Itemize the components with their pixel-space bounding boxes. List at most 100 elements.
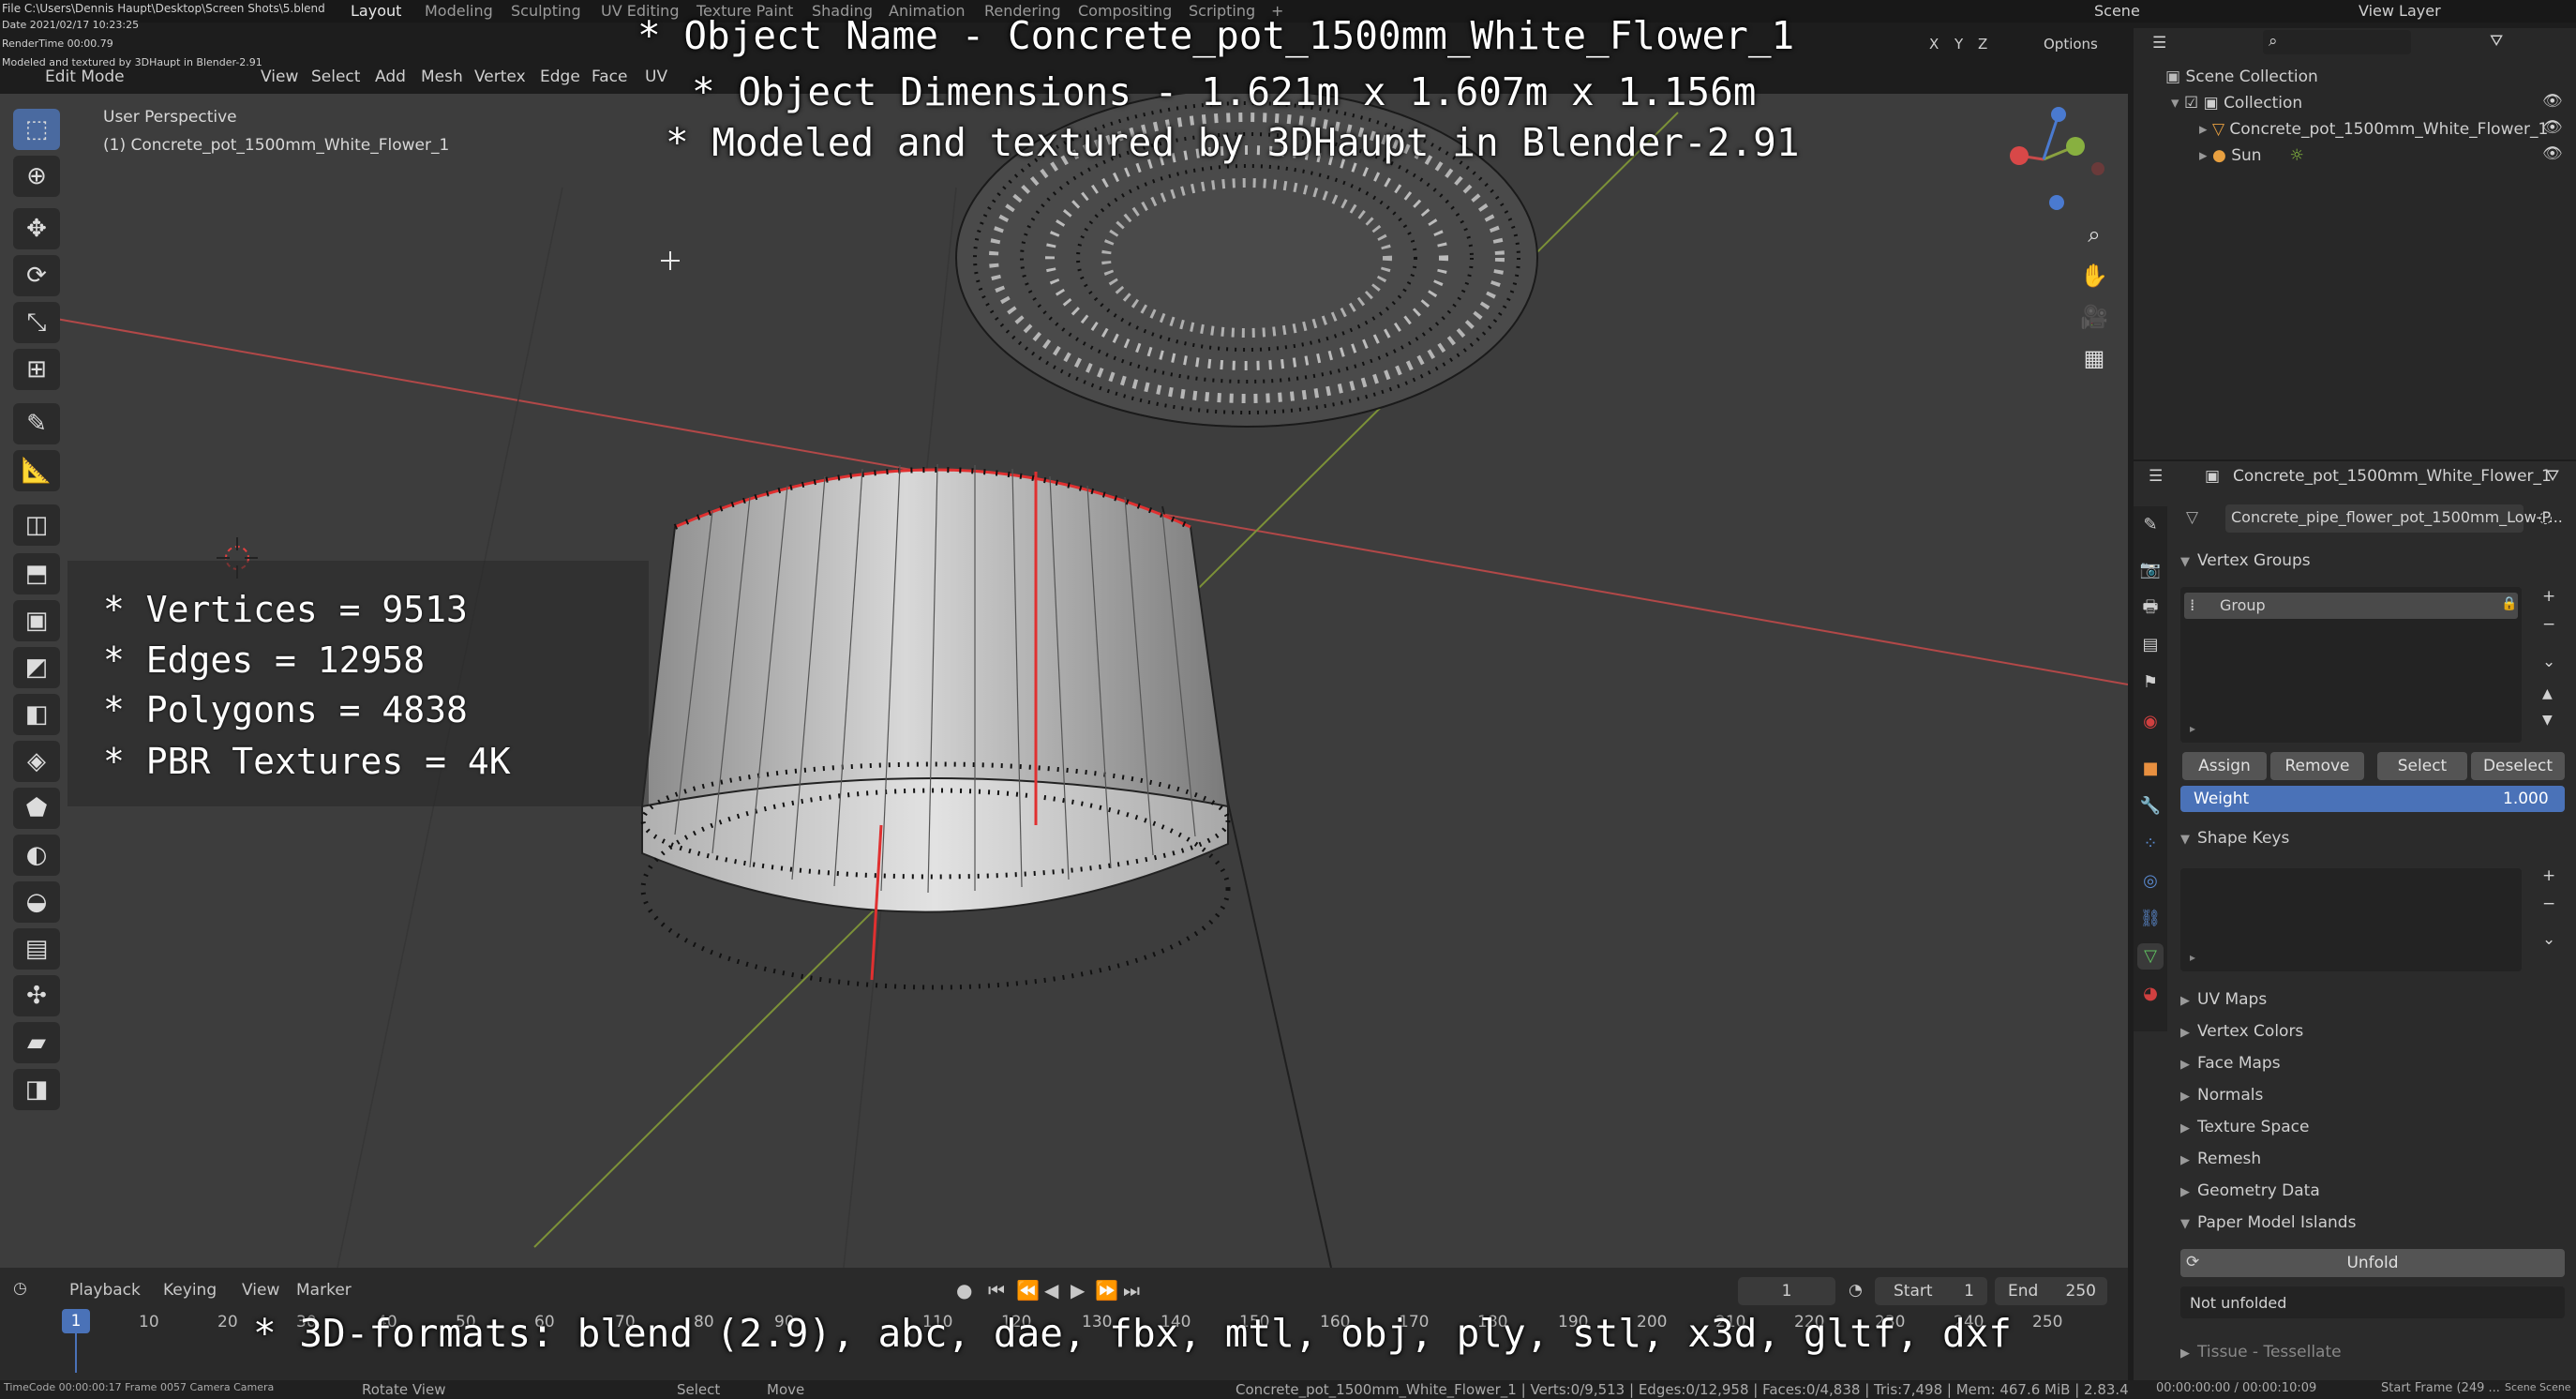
select-box-tool-icon[interactable]: ⬚ — [13, 109, 60, 150]
tool-tab-icon[interactable]: ✎ — [2137, 512, 2164, 538]
add-cube-tool-icon[interactable]: ◫ — [13, 504, 60, 546]
constraints-tab-icon[interactable]: ⛓ — [2137, 906, 2164, 932]
list-expand-icon[interactable]: ▸ — [2190, 722, 2195, 735]
menu-add[interactable]: Add — [375, 68, 406, 86]
outliner-editor-icon[interactable]: ☰ — [2152, 34, 2166, 53]
menu-uv[interactable]: UV — [645, 68, 667, 86]
smooth-tool-icon[interactable]: ◒ — [13, 881, 60, 923]
tab-modeling[interactable]: Modeling — [425, 2, 493, 20]
add-shape-key-icon[interactable]: + — [2542, 866, 2555, 885]
eye-icon[interactable]: 👁 — [2542, 92, 2563, 111]
playhead-line[interactable] — [75, 1333, 77, 1373]
tab-layout[interactable]: Layout — [351, 2, 401, 20]
filter-icon[interactable]: ⛛ — [2490, 32, 2503, 51]
start-frame-field[interactable]: Start 1 — [1875, 1277, 1987, 1305]
chevron-down-icon[interactable]: ▾ — [2171, 94, 2184, 113]
lock-icon[interactable]: 🔒 — [2501, 596, 2517, 611]
chevron-right-icon[interactable]: ▸ — [2199, 146, 2212, 165]
rip-region-tool-icon[interactable]: ◨ — [13, 1069, 60, 1110]
rotate-tool-icon[interactable]: ⟳ — [13, 255, 60, 296]
loop-cut-tool-icon[interactable]: ◧ — [13, 694, 60, 735]
unfold-button[interactable]: Unfold — [2180, 1249, 2565, 1277]
view-layer-tab-icon[interactable]: ▤ — [2137, 632, 2164, 658]
deselect-button[interactable]: Deselect — [2471, 752, 2565, 780]
annotate-tool-icon[interactable]: ✎ — [13, 403, 60, 444]
menu-select[interactable]: Select — [311, 68, 360, 86]
list-expand-icon[interactable]: ▸ — [2190, 951, 2195, 964]
render-tab-icon[interactable]: 📷 — [2137, 557, 2164, 583]
playhead-frame-marker[interactable]: 1 — [62, 1309, 90, 1333]
section-geometry-data[interactable]: ▶ Geometry Data — [2180, 1181, 2320, 1200]
section-paper-model-islands[interactable]: ▼ Paper Model Islands — [2180, 1213, 2356, 1232]
mesh-data-tab-icon[interactable]: ▽ — [2137, 943, 2164, 970]
extrude-tool-icon[interactable]: ⬒ — [13, 553, 60, 594]
properties-editor-icon[interactable]: ☰ — [2149, 467, 2163, 486]
section-normals[interactable]: ▶ Normals — [2180, 1086, 2263, 1105]
section-uv-maps[interactable]: ▶ UV Maps — [2180, 990, 2267, 1009]
section-remesh[interactable]: ▶ Remesh — [2180, 1150, 2261, 1168]
measure-tool-icon[interactable]: 📐 — [13, 450, 60, 491]
transform-tool-icon[interactable]: ⊞ — [13, 349, 60, 390]
scale-tool-icon[interactable]: ⤡ — [13, 302, 60, 343]
timeline-editor-icon[interactable]: ◷ — [13, 1279, 27, 1298]
world-tab-icon[interactable]: ◉ — [2137, 709, 2164, 735]
shape-key-specials-icon[interactable]: ⌄ — [2542, 930, 2555, 949]
menu-face[interactable]: Face — [592, 68, 627, 86]
prev-key-icon[interactable]: ⏪ — [1016, 1279, 1040, 1301]
shear-tool-icon[interactable]: ▰ — [13, 1022, 60, 1063]
spin-tool-icon[interactable]: ◐ — [13, 835, 60, 876]
select-button[interactable]: Select — [2377, 752, 2467, 780]
particles-tab-icon[interactable]: ⁘ — [2137, 831, 2164, 857]
poly-build-tool-icon[interactable]: ⬟ — [13, 788, 60, 829]
jump-end-icon[interactable]: ⏭ — [1123, 1279, 1140, 1301]
inset-tool-icon[interactable]: ▣ — [13, 600, 60, 641]
play-reverse-icon[interactable]: ◀ — [1044, 1279, 1058, 1301]
cursor-tool-icon[interactable]: ⊕ — [13, 156, 60, 197]
next-key-icon[interactable]: ⏩ — [1095, 1279, 1118, 1301]
knife-tool-icon[interactable]: ◈ — [13, 741, 60, 782]
jump-start-icon[interactable]: ⏮ — [988, 1279, 1005, 1301]
end-frame-field[interactable]: End 250 — [1995, 1277, 2107, 1305]
menu-mesh[interactable]: Mesh — [421, 68, 463, 86]
remove-shape-key-icon[interactable]: − — [2542, 895, 2555, 913]
output-tab-icon[interactable]: 🖶 — [2137, 594, 2164, 621]
current-frame-field[interactable]: 1 — [1738, 1277, 1835, 1305]
timeline-menu-view[interactable]: View — [242, 1281, 279, 1300]
shrink-fatten-tool-icon[interactable]: ✣ — [13, 975, 60, 1016]
outliner-scene-collection[interactable]: ▣ Scene Collection — [2165, 68, 2318, 86]
outliner-item-pot[interactable]: ▸ ▽ Concrete_pot_1500mm_White_Flower_1 — [2199, 120, 2548, 139]
outliner-collection[interactable]: ▾ ☑ ▣ Collection — [2171, 94, 2302, 113]
shape-keys-list[interactable] — [2180, 868, 2522, 971]
fake-user-icon[interactable]: ◌ — [2539, 508, 2553, 527]
axis-x-toggle[interactable]: X — [1929, 36, 1939, 53]
physics-tab-icon[interactable]: ◎ — [2137, 868, 2164, 895]
timeline-menu-marker[interactable]: Marker — [296, 1281, 352, 1300]
play-icon[interactable]: ▶ — [1071, 1279, 1085, 1301]
eye-icon[interactable]: 👁 — [2542, 118, 2563, 137]
add-group-icon[interactable]: + — [2542, 587, 2555, 606]
options-menu[interactable]: Options — [2044, 36, 2098, 53]
assign-button[interactable]: Assign — [2182, 752, 2267, 780]
pin-icon[interactable]: ⛛ — [2546, 467, 2559, 486]
camera-view-icon[interactable]: 🎥 — [2075, 298, 2113, 336]
axis-y-toggle[interactable]: Y — [1954, 36, 1963, 53]
remove-button[interactable]: Remove — [2270, 752, 2364, 780]
bevel-tool-icon[interactable]: ◩ — [13, 647, 60, 688]
object-tab-icon[interactable]: ■ — [2137, 756, 2164, 782]
outliner-item-sun[interactable]: ▸ ● Sun ☼ — [2199, 146, 2304, 165]
shape-keys-header[interactable]: ▼ Shape Keys — [2180, 829, 2289, 848]
outliner-search-input[interactable] — [2263, 30, 2411, 54]
chevron-right-icon[interactable]: ▸ — [2199, 120, 2212, 139]
move-tool-icon[interactable]: ✥ — [13, 208, 60, 249]
material-tab-icon[interactable]: ◕ — [2137, 981, 2164, 1007]
checkbox-icon[interactable]: ☑ — [2184, 94, 2204, 113]
timeline-menu-playback[interactable]: Playback — [69, 1281, 141, 1300]
section-face-maps[interactable]: ▶ Face Maps — [2180, 1054, 2281, 1073]
modifiers-tab-icon[interactable]: 🔧 — [2137, 793, 2164, 820]
section-texture-space[interactable]: ▶ Texture Space — [2180, 1118, 2309, 1136]
scene-tab-icon[interactable]: ⚑ — [2137, 669, 2164, 696]
group-specials-icon[interactable]: ⌄ — [2542, 653, 2555, 671]
timeline-menu-keying[interactable]: Keying — [163, 1281, 217, 1300]
tab-sculpting[interactable]: Sculpting — [511, 2, 581, 20]
axis-z-toggle[interactable]: Z — [1978, 36, 1987, 53]
